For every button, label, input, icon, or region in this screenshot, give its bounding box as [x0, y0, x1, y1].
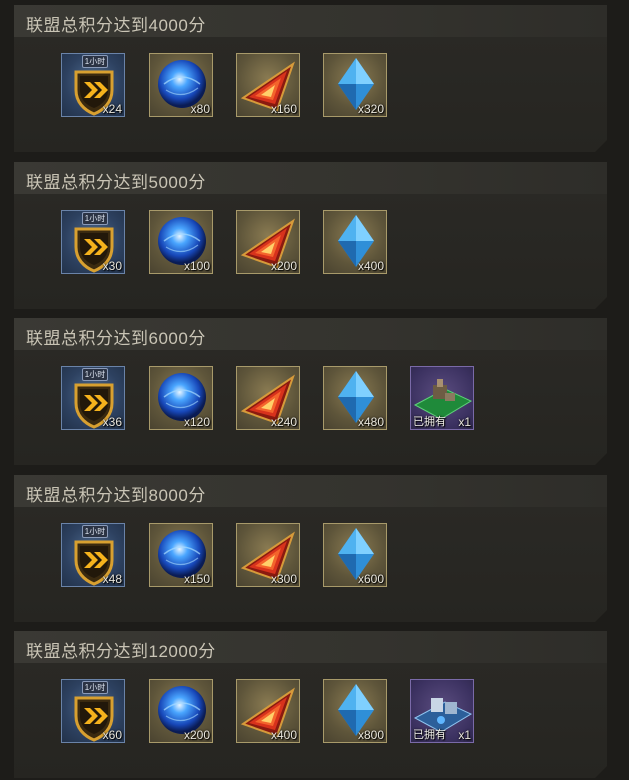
item-quantity: x30 [102, 259, 122, 273]
reward-item[interactable]: x320 [323, 53, 387, 117]
item-quantity: x200 [270, 259, 297, 273]
reward-item[interactable]: x200 [149, 679, 213, 743]
tier-header: 联盟总积分达到6000分 [14, 318, 607, 350]
duration-badge: 1小时 [82, 681, 108, 694]
reward-item[interactable]: x800 [323, 679, 387, 743]
item-quantity: x320 [357, 102, 384, 116]
reward-item[interactable]: x300 [236, 523, 300, 587]
owned-label: 已拥有 [413, 729, 446, 741]
item-quantity: x48 [102, 572, 122, 586]
tier-title: 联盟总积分达到8000分 [26, 486, 206, 505]
duration-badge: 1小时 [82, 368, 108, 381]
reward-item[interactable]: x120 [149, 366, 213, 430]
reward-item[interactable]: x400 [236, 679, 300, 743]
reward-item[interactable]: 已拥有 x1 [410, 679, 474, 743]
tier-title: 联盟总积分达到5000分 [26, 173, 206, 192]
reward-item[interactable]: 1小时 x24 [61, 53, 125, 117]
item-quantity: x400 [270, 728, 297, 742]
reward-item[interactable]: x160 [236, 53, 300, 117]
owned-label: 已拥有 [413, 416, 446, 428]
reward-item[interactable]: x480 [323, 366, 387, 430]
item-quantity: x1 [458, 415, 471, 429]
item-quantity: x200 [183, 728, 210, 742]
tier-title: 联盟总积分达到4000分 [26, 16, 206, 35]
reward-item[interactable]: 1小时 x48 [61, 523, 125, 587]
tier-header: 联盟总积分达到4000分 [14, 5, 607, 37]
reward-item[interactable]: x150 [149, 523, 213, 587]
item-quantity: x400 [357, 259, 384, 273]
reward-tier: 联盟总积分达到6000分 1小时 x36 x120 x240 x480 已拥有 … [14, 318, 607, 465]
reward-item[interactable]: x400 [323, 210, 387, 274]
tier-header: 联盟总积分达到5000分 [14, 162, 607, 194]
item-quantity: x480 [357, 415, 384, 429]
reward-item[interactable]: 1小时 x30 [61, 210, 125, 274]
item-quantity: x300 [270, 572, 297, 586]
item-quantity: x600 [357, 572, 384, 586]
item-quantity: x160 [270, 102, 297, 116]
item-quantity: x80 [190, 102, 210, 116]
item-quantity: x100 [183, 259, 210, 273]
duration-badge: 1小时 [82, 55, 108, 68]
reward-item[interactable]: x240 [236, 366, 300, 430]
reward-item[interactable]: x600 [323, 523, 387, 587]
reward-item[interactable]: 已拥有 x1 [410, 366, 474, 430]
reward-item[interactable]: 1小时 x60 [61, 679, 125, 743]
reward-item[interactable]: x80 [149, 53, 213, 117]
reward-item[interactable]: 1小时 x36 [61, 366, 125, 430]
item-quantity: x36 [102, 415, 122, 429]
reward-tier: 联盟总积分达到12000分 1小时 x60 x200 x400 x800 已拥有… [14, 631, 607, 778]
duration-badge: 1小时 [82, 525, 108, 538]
item-quantity: x240 [270, 415, 297, 429]
reward-tier: 联盟总积分达到8000分 1小时 x48 x150 x300 x600 [14, 475, 607, 622]
item-quantity: x60 [102, 728, 122, 742]
duration-badge: 1小时 [82, 212, 108, 225]
reward-item[interactable]: x200 [236, 210, 300, 274]
tier-title: 联盟总积分达到6000分 [26, 329, 206, 348]
item-quantity: x150 [183, 572, 210, 586]
reward-tier: 联盟总积分达到4000分 1小时 x24 x80 x160 x320 [14, 5, 607, 152]
item-quantity: x800 [357, 728, 384, 742]
tier-header: 联盟总积分达到8000分 [14, 475, 607, 507]
item-quantity: x120 [183, 415, 210, 429]
item-quantity: x24 [102, 102, 122, 116]
item-quantity: x1 [458, 728, 471, 742]
tier-header: 联盟总积分达到12000分 [14, 631, 607, 663]
tier-title: 联盟总积分达到12000分 [26, 642, 216, 661]
reward-tier: 联盟总积分达到5000分 1小时 x30 x100 x200 x400 [14, 162, 607, 309]
reward-item[interactable]: x100 [149, 210, 213, 274]
